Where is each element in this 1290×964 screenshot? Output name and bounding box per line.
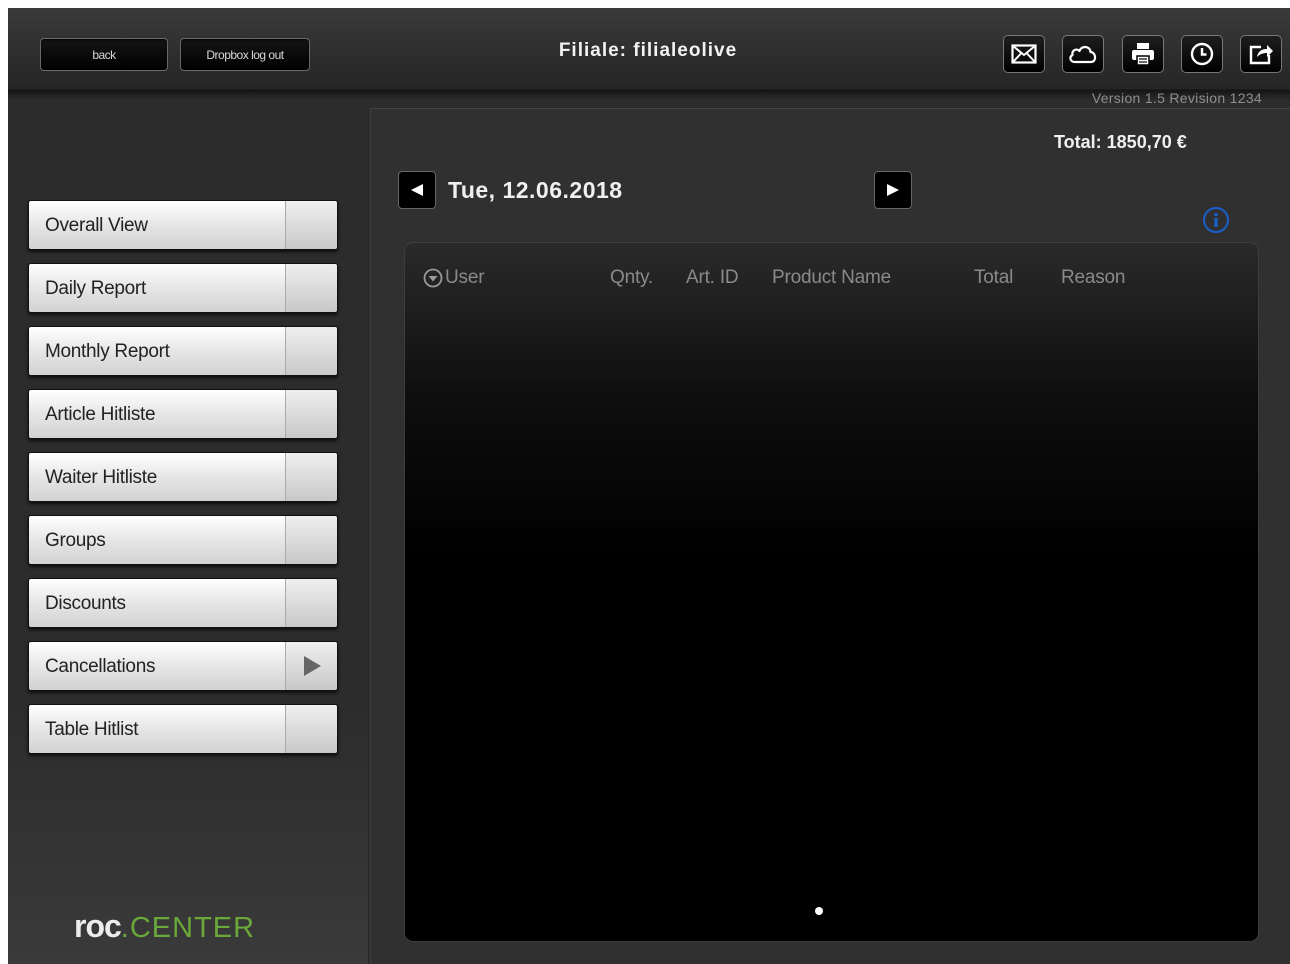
sidebar-item-label: Monthly Report	[45, 341, 170, 362]
sidebar-item-accessory	[285, 390, 337, 438]
sidebar-item-waiter-hitliste[interactable]: Waiter Hitliste	[28, 452, 338, 502]
sidebar-item-accessory	[285, 705, 337, 753]
sort-down-icon[interactable]	[423, 268, 443, 288]
previous-day-button[interactable]	[398, 171, 436, 209]
sidebar-item-label: Article Hitliste	[45, 404, 156, 425]
sidebar-item-label: Overall View	[45, 215, 148, 236]
mail-icon	[1011, 44, 1037, 64]
sidebar-item-accessory	[285, 327, 337, 375]
sidebar-item-discounts[interactable]: Discounts	[28, 578, 338, 628]
roc-center-logo: roc.CENTER	[74, 908, 256, 944]
info-button[interactable]	[1201, 205, 1231, 235]
export-button[interactable]	[1240, 35, 1282, 73]
cloud-button[interactable]	[1062, 35, 1104, 73]
print-button[interactable]	[1122, 35, 1164, 73]
sidebar-item-accessory	[285, 453, 337, 501]
clock-icon	[1190, 42, 1214, 66]
sidebar-item-cancellations[interactable]: Cancellations	[28, 641, 338, 691]
column-header-reason[interactable]: Reason	[1061, 267, 1125, 289]
sidebar-item-accessory	[285, 201, 337, 249]
page-indicator-dot	[815, 907, 823, 915]
sidebar-item-table-hitlist[interactable]: Table Hitlist	[28, 704, 338, 754]
app-window: back Dropbox log out Filiale: filialeoli…	[8, 8, 1290, 964]
column-header-quantity[interactable]: Qnty.	[610, 267, 653, 289]
cancellations-table: User Qnty. Art. ID Product Name Total Re…	[404, 242, 1259, 942]
column-header-product-name[interactable]: Product Name	[772, 267, 891, 289]
sidebar-item-accessory	[285, 579, 337, 627]
printer-icon	[1132, 43, 1154, 66]
play-arrow-icon	[303, 656, 321, 676]
export-icon	[1249, 45, 1273, 65]
total-amount: Total: 1850,70 €	[1054, 132, 1187, 152]
sidebar-item-daily-report[interactable]: Daily Report	[28, 263, 338, 313]
cloud-icon	[1069, 45, 1097, 64]
sidebar-item-label: Groups	[45, 530, 106, 551]
sidebar-item-label: Daily Report	[45, 278, 146, 299]
column-header-total[interactable]: Total	[974, 267, 1013, 289]
sidebar-item-label: Cancellations	[45, 656, 156, 677]
column-header-user[interactable]: User	[445, 267, 485, 289]
current-date: Tue, 12.06.2018	[448, 177, 623, 203]
sidebar-item-accessory	[285, 516, 337, 564]
page-title: Filiale: filialeolive	[558, 40, 738, 61]
column-header-article-id[interactable]: Art. ID	[686, 267, 739, 289]
version-label: Version 1.5 Revision 1234	[1091, 90, 1262, 106]
mail-button[interactable]	[1003, 35, 1045, 73]
sidebar-item-label: Discounts	[45, 593, 126, 614]
sidebar-item-monthly-report[interactable]: Monthly Report	[28, 326, 338, 376]
info-icon	[1203, 207, 1229, 233]
sidebar-item-overall-view[interactable]: Overall View	[28, 200, 338, 250]
next-day-button[interactable]	[874, 171, 912, 209]
sidebar-item-accessory	[285, 642, 337, 690]
sidebar-item-label: Table Hitlist	[45, 719, 139, 740]
back-button[interactable]: back	[40, 38, 168, 71]
dropbox-logout-button[interactable]: Dropbox log out	[180, 38, 310, 71]
top-bar: back Dropbox log out Filiale: filialeoli…	[8, 8, 1290, 90]
history-button[interactable]	[1181, 35, 1223, 73]
arrow-left-icon	[411, 184, 423, 196]
sidebar-item-accessory	[285, 264, 337, 312]
sidebar-item-groups[interactable]: Groups	[28, 515, 338, 565]
sidebar-item-label: Waiter Hitliste	[45, 467, 157, 488]
arrow-right-icon	[887, 184, 899, 196]
sidebar-item-article-hitliste[interactable]: Article Hitliste	[28, 389, 338, 439]
